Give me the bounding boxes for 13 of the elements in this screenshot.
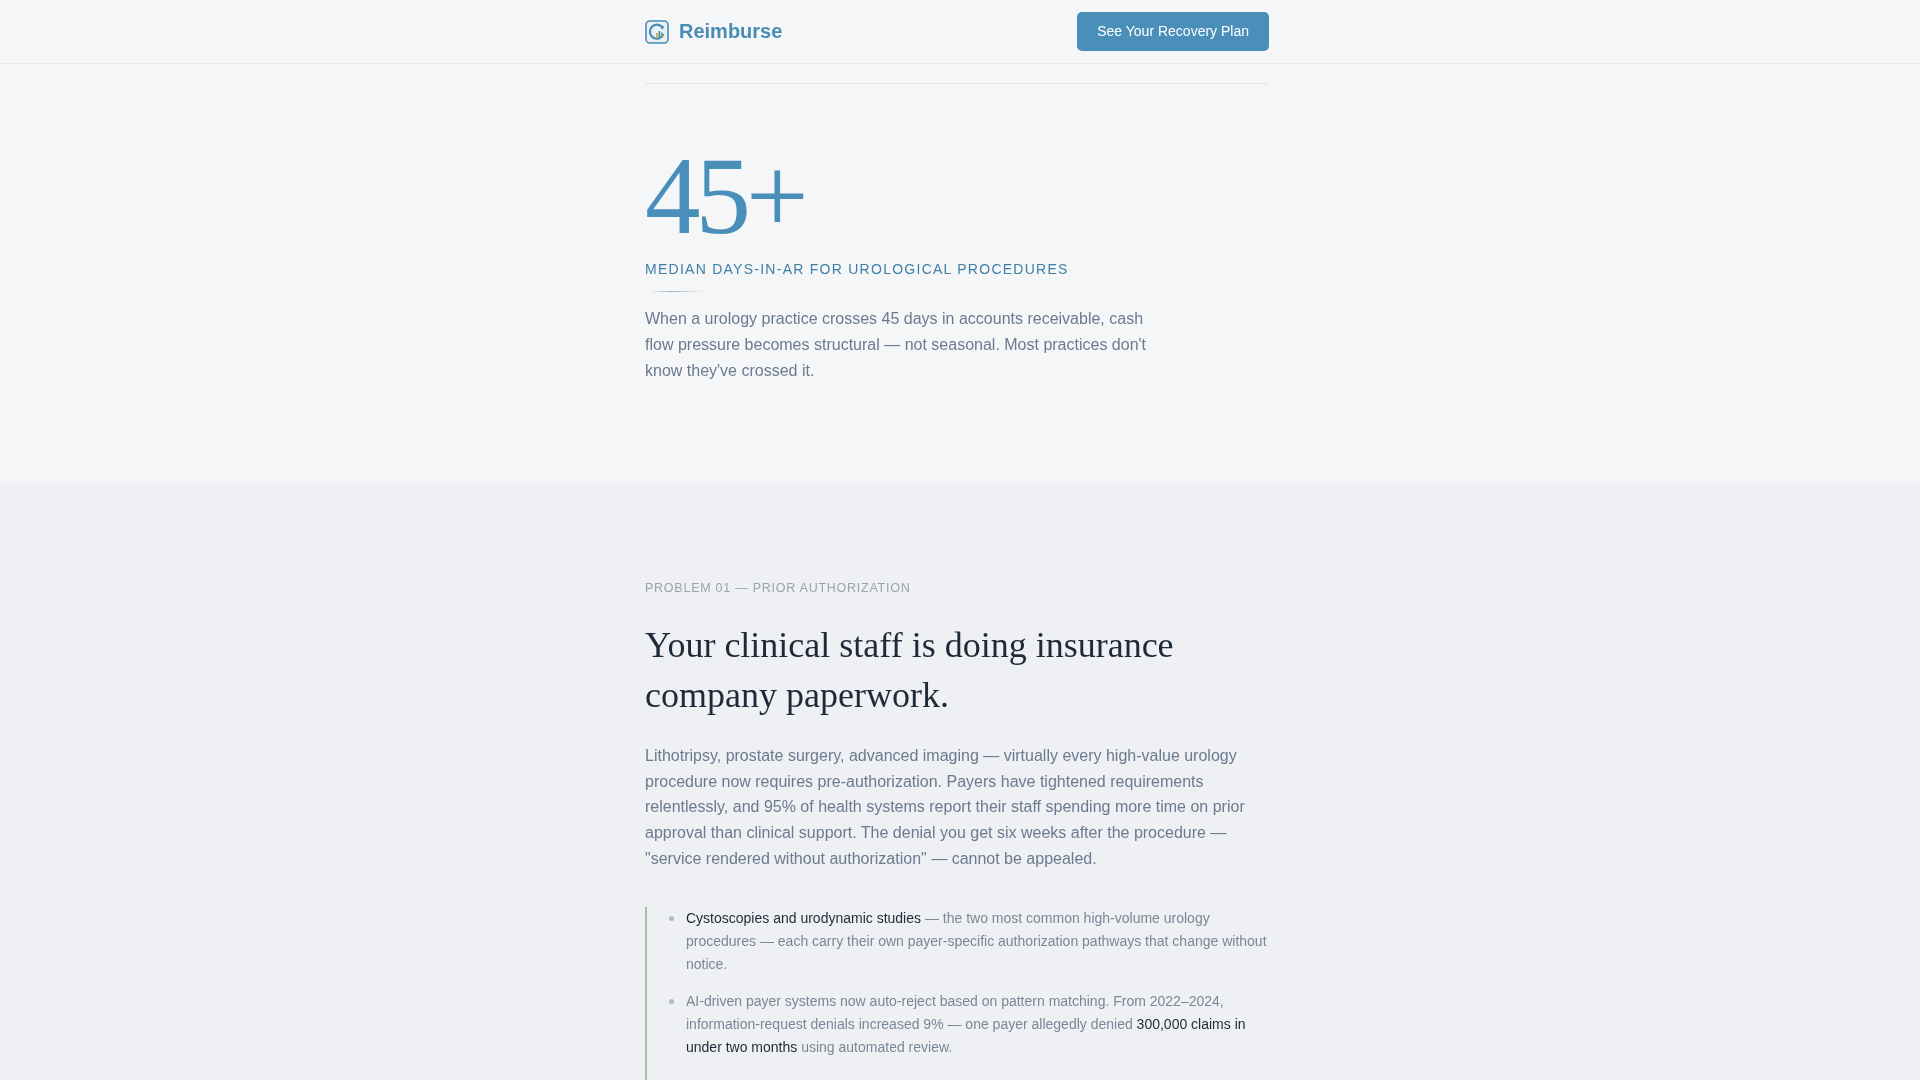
section-eyebrow: PROBLEM 01 — PRIOR AUTHORIZATION [645,581,911,596]
hero-description: When a urology practice crosses 45 days in accounts receivable, cash flow pressure becomes structural — not seasonal. Most practices don't know they've crossed it. [645,309,1148,381]
section-heading: Your clinical staff is doing insurance company paperwork. [645,624,1175,717]
logo-icon [645,19,669,44]
section-body: Lithotripsy, prostate surgery, advanced imaging — virtually every high-value urology procedure now requires pre-authorization. Payers have tightened requirements relentlessly, and 95% of health systems report their staff spending more time on prior approval than clinical support. The denial you get six weeks after the procedure — "service rendered without authorization" — cannot be appealed. [645,746,1246,869]
bullet-text: AI-driven payer systems now auto-reject based on pattern matching. From 2022–2024, information-request denials increased 9% — one payer allegedly denied 300,000 claims in under two months using automated review. [686,991,1247,1057]
brand-name: Reimburse [679,20,783,43]
stat-value: 45+ [645,140,804,251]
bullet-dot-icon [669,915,674,921]
bullet-dot-icon [669,998,674,1004]
bullet-text: Cystoscopies and urodynamic studies — the two most common high-volume urology procedures — each carry their own payer-specific authorization pathways that change without notice. [686,908,1268,974]
recovery-plan-button[interactable]: See Your Recovery Plan [1077,12,1269,51]
stat-label: MEDIAN DAYS-IN-AR FOR UROLOGICAL PROCEDURES [645,261,1069,278]
